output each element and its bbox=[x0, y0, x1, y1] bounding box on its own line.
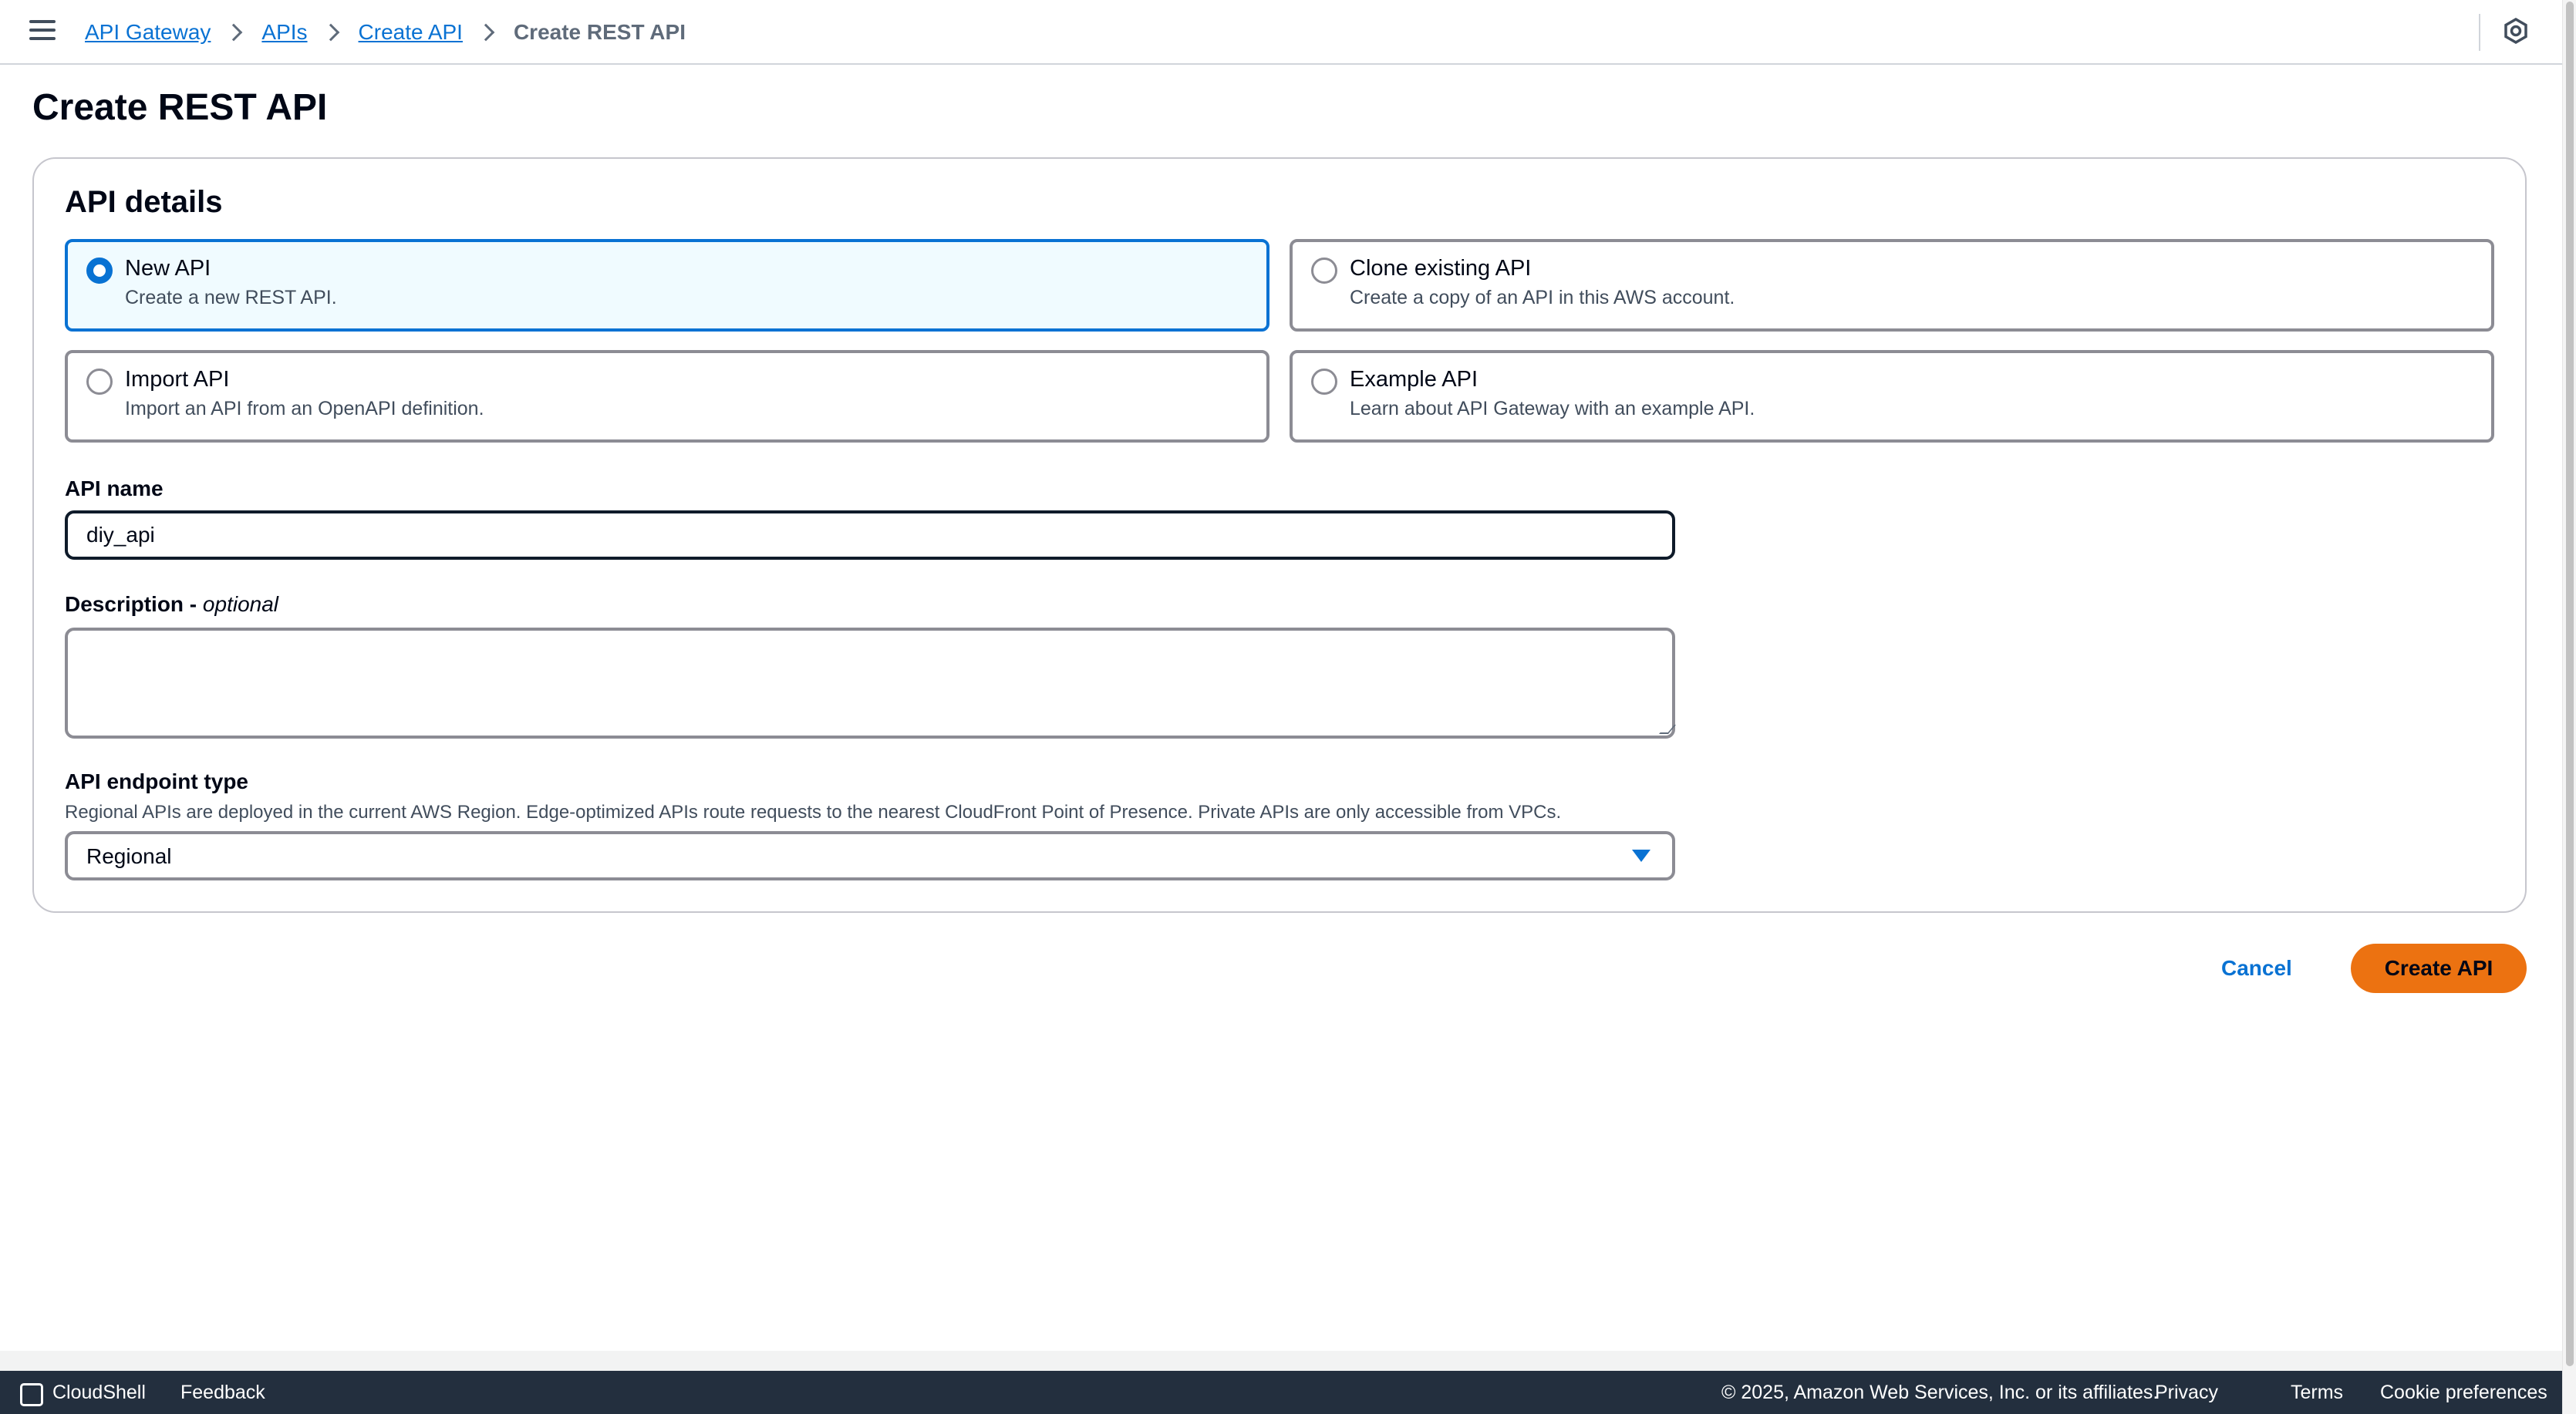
endpoint-type-description: Regional APIs are deployed in the curren… bbox=[65, 802, 1562, 823]
radio-icon[interactable] bbox=[86, 369, 113, 395]
optional-tag: optional bbox=[202, 592, 279, 616]
chevron-right-icon bbox=[477, 23, 495, 42]
privacy-link[interactable]: Privacy bbox=[2155, 1382, 2218, 1404]
page-title: Create REST API bbox=[32, 87, 328, 128]
option-new-api[interactable]: New API Create a new REST API. bbox=[65, 239, 1269, 332]
option-description: Create a copy of an API in this AWS acco… bbox=[1350, 287, 1735, 308]
settings-icon[interactable] bbox=[2502, 17, 2530, 45]
copyright-text: © 2025, Amazon Web Services, Inc. or its… bbox=[1721, 1382, 2159, 1403]
endpoint-type-label: API endpoint type bbox=[65, 769, 248, 793]
breadcrumb-api-gateway-link[interactable]: API Gateway bbox=[85, 20, 211, 45]
cookie-preferences-link[interactable]: Cookie preferences bbox=[2380, 1382, 2547, 1404]
hamburger-menu-icon[interactable] bbox=[29, 20, 56, 43]
divider bbox=[2479, 14, 2480, 51]
radio-selected-icon[interactable] bbox=[86, 258, 113, 284]
cloudshell-button[interactable]: CloudShell bbox=[52, 1382, 146, 1404]
breadcrumb-apis-link[interactable]: APIs bbox=[261, 20, 307, 45]
description-label: Description - optional bbox=[65, 592, 278, 617]
option-import-api[interactable]: Import API Import an API from an OpenAPI… bbox=[65, 350, 1269, 443]
caret-down-icon bbox=[1632, 850, 1650, 862]
cloudshell-icon[interactable] bbox=[20, 1383, 43, 1406]
description-label-text: Description - bbox=[65, 592, 197, 616]
option-label: Example API bbox=[1350, 367, 1479, 392]
option-clone-existing-api[interactable]: Clone existing API Create a copy of an A… bbox=[1290, 239, 2494, 332]
option-description: Learn about API Gateway with an example … bbox=[1350, 398, 1755, 419]
option-label: Import API bbox=[125, 367, 230, 392]
footer: CloudShell Feedback © 2025, Amazon Web S… bbox=[0, 1371, 2562, 1414]
description-textarea[interactable] bbox=[65, 628, 1675, 739]
radio-icon[interactable] bbox=[1311, 369, 1337, 395]
terms-link[interactable]: Terms bbox=[2291, 1382, 2343, 1404]
scrollbar-thumb[interactable] bbox=[2566, 2, 2574, 1366]
breadcrumb-create-api-link[interactable]: Create API bbox=[359, 20, 463, 45]
radio-icon[interactable] bbox=[1311, 258, 1337, 284]
select-value: Regional bbox=[86, 844, 172, 868]
endpoint-type-select[interactable]: Regional bbox=[65, 831, 1675, 880]
breadcrumb-current: Create REST API bbox=[513, 20, 686, 44]
chevron-right-icon bbox=[225, 23, 243, 42]
create-api-button[interactable]: Create API bbox=[2351, 944, 2527, 993]
option-description: Create a new REST API. bbox=[125, 287, 337, 308]
api-details-panel: API details New API Create a new REST AP… bbox=[32, 157, 2527, 913]
content-bottom-strip bbox=[0, 1351, 2562, 1371]
option-label: Clone existing API bbox=[1350, 256, 1532, 281]
cancel-button[interactable]: Cancel bbox=[2221, 951, 2292, 985]
option-example-api[interactable]: Example API Learn about API Gateway with… bbox=[1290, 350, 2494, 443]
api-name-label: API name bbox=[65, 476, 164, 500]
breadcrumb: API Gateway APIs Create API Create REST … bbox=[85, 17, 686, 48]
section-title: API details bbox=[65, 185, 223, 219]
api-name-input[interactable]: diy_api bbox=[65, 510, 1675, 560]
feedback-link[interactable]: Feedback bbox=[180, 1382, 265, 1404]
chevron-right-icon bbox=[322, 23, 339, 42]
option-description: Import an API from an OpenAPI definition… bbox=[125, 398, 484, 419]
top-navigation-bar: API Gateway APIs Create API Create REST … bbox=[0, 0, 2562, 65]
vertical-scrollbar[interactable] bbox=[2562, 0, 2576, 1414]
option-label: New API bbox=[125, 256, 211, 281]
